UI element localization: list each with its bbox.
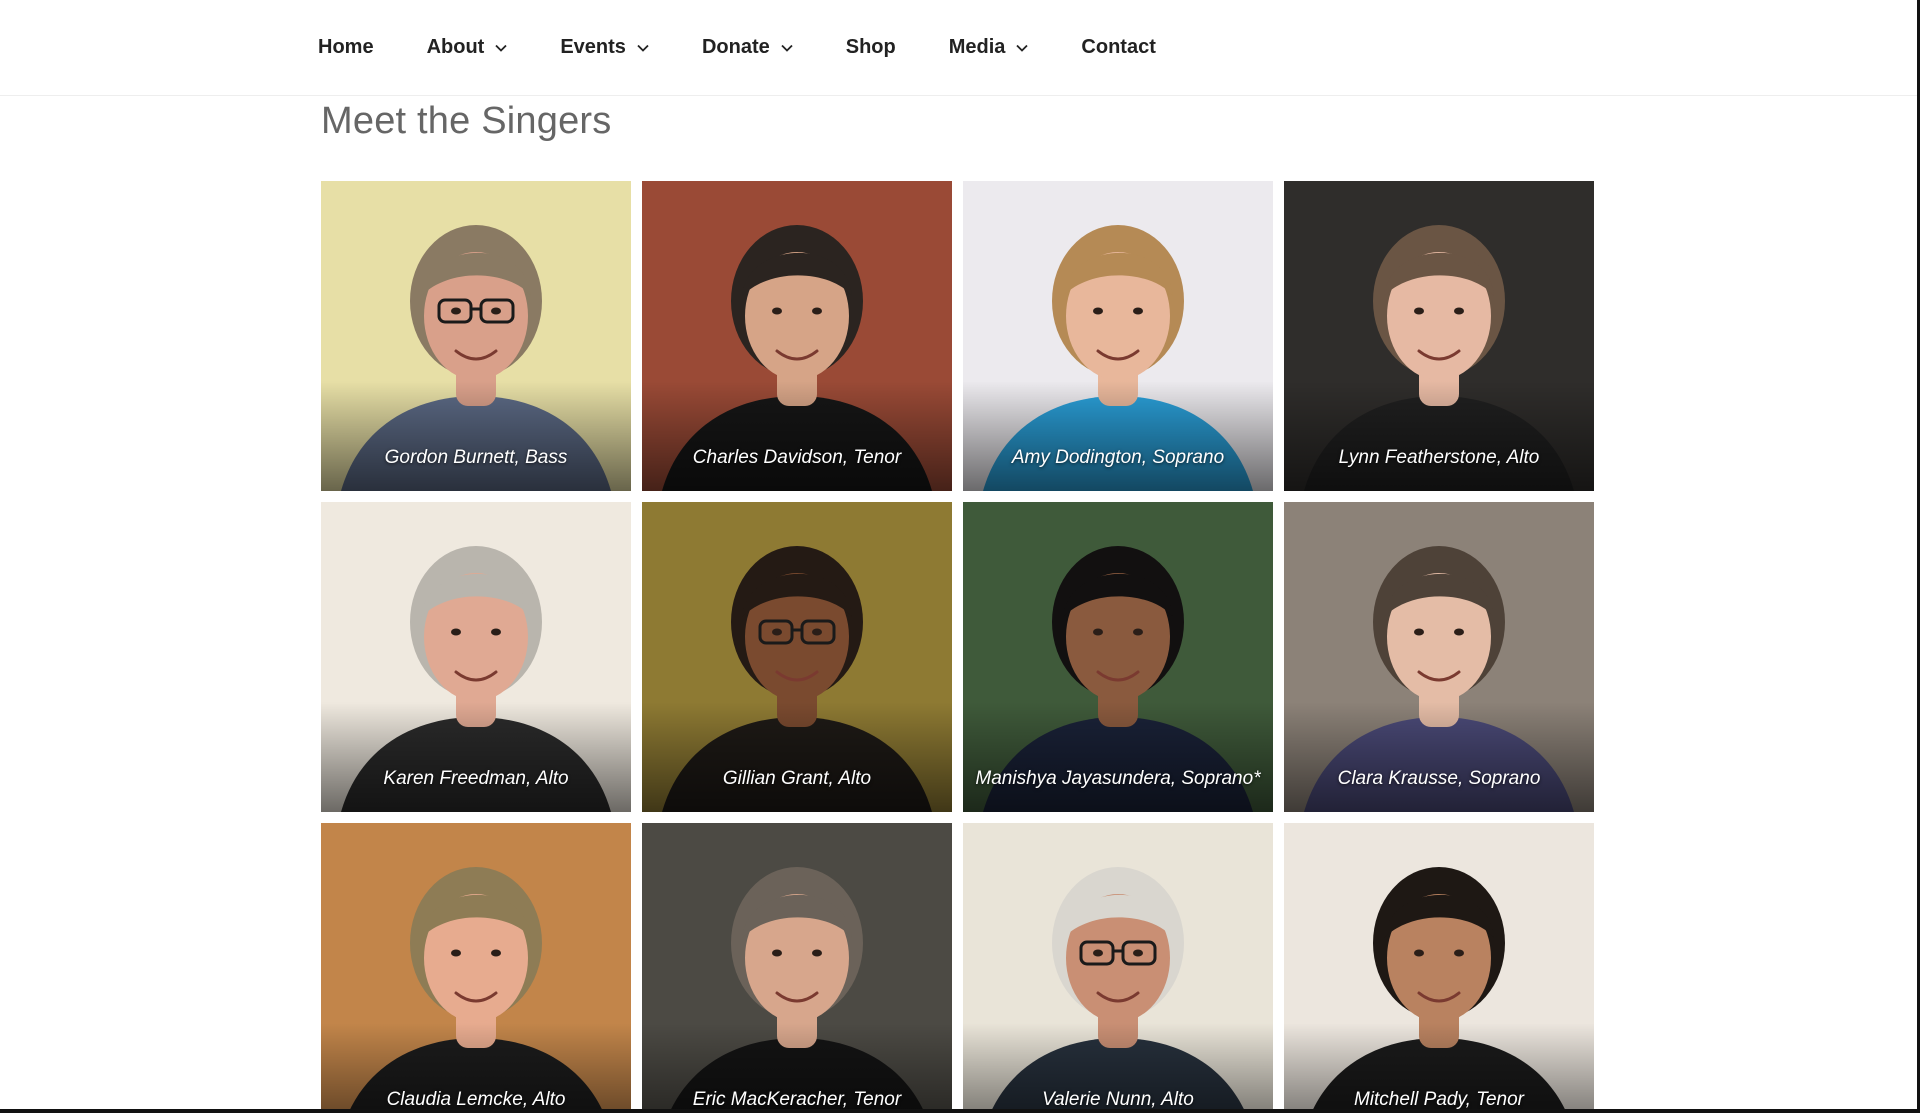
singer-card[interactable]: Charles Davidson, Tenor: [642, 181, 952, 491]
caption-gradient: [642, 381, 952, 491]
singer-card[interactable]: Mitchell Pady, Tenor: [1284, 823, 1594, 1113]
singer-caption: Karen Freedman, Alto: [383, 768, 569, 789]
chevron-down-icon: [637, 44, 649, 52]
singer-caption: Gordon Burnett, Bass: [384, 447, 568, 468]
singer-card[interactable]: Manishya Jayasundera, Soprano*: [963, 502, 1273, 812]
nav-item-label: Donate: [701, 36, 770, 58]
nav-item-label: Media: [948, 36, 1006, 58]
singer-card[interactable]: Gordon Burnett, Bass: [321, 181, 631, 491]
nav-item-label: Shop: [845, 36, 896, 58]
caption-gradient: [642, 702, 952, 812]
nav-item-about[interactable]: About: [427, 36, 508, 59]
nav-item-label: Contact: [1081, 36, 1156, 58]
singer-caption: Charles Davidson, Tenor: [692, 447, 902, 468]
window-edge-bottom: [0, 1109, 1920, 1113]
singer-card[interactable]: Karen Freedman, Alto: [321, 502, 631, 812]
nav-item-label: Events: [560, 36, 626, 58]
caption-gradient: [321, 702, 631, 812]
chevron-down-icon: [1016, 44, 1029, 52]
singer-caption: Amy Dodington, Soprano: [1011, 447, 1225, 468]
nav-menu: Home About Events Donate Shop Media Contact: [318, 0, 1209, 95]
chevron-down-icon: [495, 44, 507, 52]
top-navigation: Home About Events Donate Shop Media Contact: [0, 0, 1920, 96]
singer-card[interactable]: Lynn Featherstone, Alto: [1284, 181, 1594, 491]
singer-caption: Gillian Grant, Alto: [722, 768, 872, 789]
nav-item-shop[interactable]: Shop: [846, 36, 896, 59]
singer-card[interactable]: Claudia Lemcke, Alto: [321, 823, 631, 1113]
singers-gallery: Gordon Burnett, Bass Charles Davidson, Te…: [321, 181, 1598, 1113]
singer-card[interactable]: Valerie Nunn, Alto: [963, 823, 1273, 1113]
caption-gradient: [1284, 381, 1594, 491]
nav-item-media[interactable]: Media: [949, 36, 1029, 59]
chevron-down-icon: [781, 44, 793, 52]
singer-card[interactable]: Eric MacKeracher, Tenor: [642, 823, 952, 1113]
nav-item-contact[interactable]: Contact: [1081, 36, 1155, 59]
page: Home About Events Donate Shop Media Contact Me…: [0, 0, 1920, 1113]
caption-gradient: [1284, 702, 1594, 812]
caption-gradient: [963, 702, 1273, 812]
nav-item-label: About: [426, 36, 485, 58]
page-title: Meet the Singers: [321, 100, 612, 142]
singer-card[interactable]: Clara Krausse, Soprano: [1284, 502, 1594, 812]
nav-item-events[interactable]: Events: [560, 36, 649, 59]
singer-caption: Lynn Featherstone, Alto: [1338, 447, 1540, 468]
singer-card[interactable]: Amy Dodington, Soprano: [963, 181, 1273, 491]
nav-item-label: Home: [318, 36, 374, 58]
caption-gradient: [321, 381, 631, 491]
singer-caption: Clara Krausse, Soprano: [1337, 768, 1541, 789]
singer-card[interactable]: Gillian Grant, Alto: [642, 502, 952, 812]
nav-item-home[interactable]: Home: [318, 36, 374, 59]
caption-gradient: [963, 381, 1273, 491]
nav-item-donate[interactable]: Donate: [702, 36, 793, 59]
singer-caption: Manishya Jayasundera, Soprano*: [975, 768, 1261, 789]
